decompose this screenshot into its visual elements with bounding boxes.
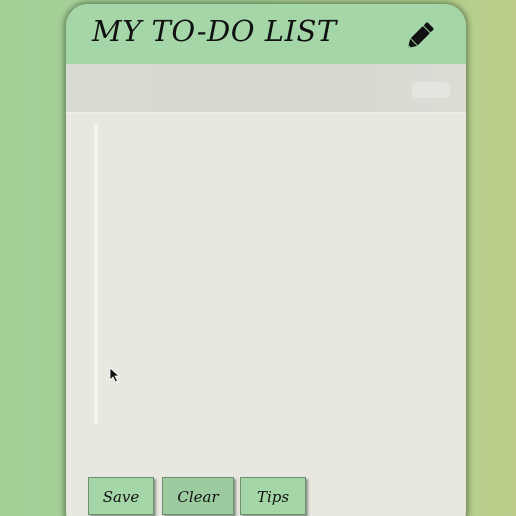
tips-button[interactable]: Tips	[240, 477, 306, 515]
save-button[interactable]: Save	[88, 477, 154, 515]
add-task-button[interactable]	[412, 82, 450, 98]
header-bar: MY TO-DO LIST	[66, 4, 466, 64]
mouse-cursor-icon	[109, 367, 120, 383]
app-title: MY TO-DO LIST	[92, 14, 337, 48]
task-input[interactable]	[66, 64, 406, 112]
edit-button[interactable]	[402, 18, 438, 54]
todo-card: MY TO-DO LIST	[66, 4, 466, 516]
list-divider	[94, 124, 98, 424]
clear-button[interactable]: Clear	[162, 477, 234, 515]
task-input-bar	[66, 64, 466, 114]
pencil-icon	[407, 22, 434, 49]
footer-buttons: Save Clear Tips	[88, 477, 312, 516]
task-list	[66, 114, 466, 474]
